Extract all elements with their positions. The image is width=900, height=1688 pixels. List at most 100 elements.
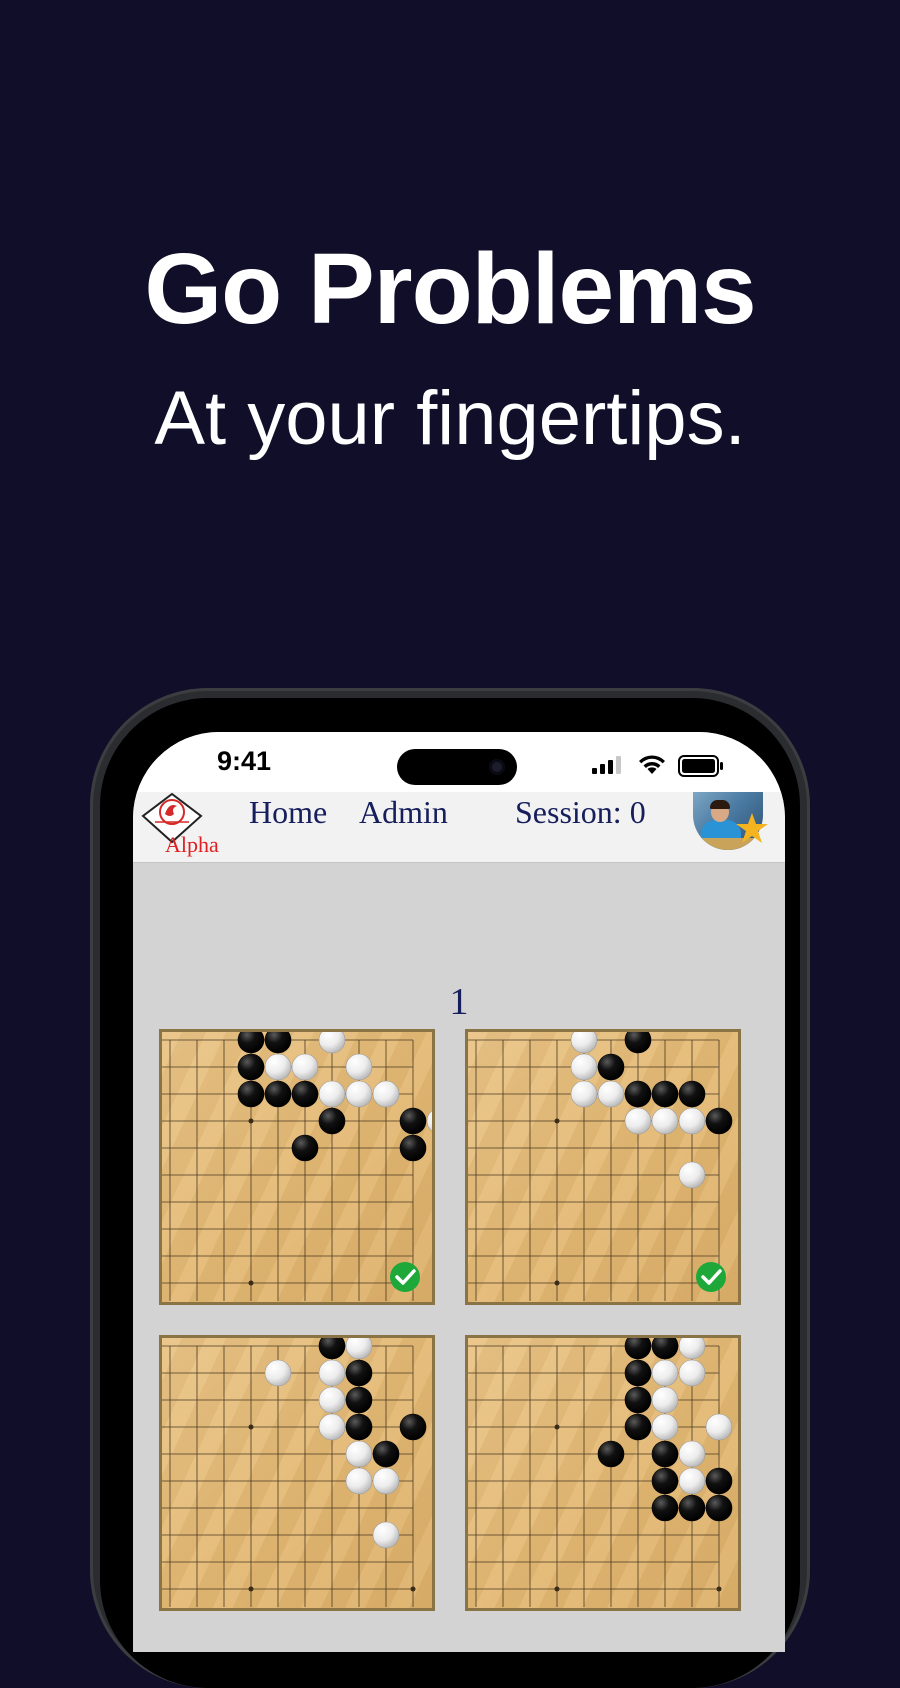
white-stone — [291, 1053, 319, 1081]
black-stone — [651, 1467, 679, 1495]
phone-bezel: 9:41 Alpha Home Admin Session: 0 1 — [100, 698, 800, 1688]
black-stone — [597, 1053, 625, 1081]
white-stone — [372, 1080, 400, 1108]
white-stone — [318, 1359, 346, 1387]
board-svg — [468, 1338, 733, 1607]
black-stone — [237, 1032, 265, 1054]
white-stone — [318, 1080, 346, 1108]
black-stone — [318, 1107, 346, 1135]
dynamic-island — [397, 749, 517, 785]
white-stone — [624, 1107, 652, 1135]
phone-screen: 9:41 Alpha Home Admin Session: 0 1 — [133, 732, 785, 1652]
white-stone — [345, 1467, 373, 1495]
status-bar: 9:41 — [133, 732, 785, 792]
black-stone — [318, 1338, 346, 1360]
signal-icon — [592, 756, 621, 774]
star-point — [716, 1586, 722, 1592]
white-stone — [345, 1053, 373, 1081]
status-time: 9:41 — [217, 746, 272, 776]
white-stone — [426, 1110, 432, 1132]
white-stone — [345, 1338, 373, 1360]
black-stone — [651, 1494, 679, 1522]
white-stone — [651, 1107, 679, 1135]
problem-board[interactable] — [465, 1335, 741, 1611]
star-point — [554, 1586, 560, 1592]
problem-board[interactable] — [465, 1029, 741, 1305]
white-stone — [570, 1080, 598, 1108]
white-stone — [345, 1080, 373, 1108]
black-stone — [705, 1494, 733, 1522]
white-stone — [651, 1413, 679, 1441]
black-stone — [678, 1080, 706, 1108]
star-point — [554, 1118, 560, 1124]
board-svg — [468, 1032, 733, 1301]
solved-check-icon — [696, 1262, 726, 1292]
wifi-icon — [639, 755, 665, 774]
black-stone — [651, 1080, 679, 1108]
white-stone — [678, 1161, 706, 1189]
white-stone — [345, 1440, 373, 1468]
white-stone — [372, 1467, 400, 1495]
black-stone — [264, 1080, 292, 1108]
star-point — [554, 1280, 560, 1286]
white-stone — [264, 1053, 292, 1081]
black-stone — [264, 1032, 292, 1054]
black-stone — [345, 1359, 373, 1387]
black-stone — [372, 1440, 400, 1468]
solved-check-icon — [390, 1262, 420, 1292]
white-stone — [372, 1521, 400, 1549]
problem-board[interactable] — [159, 1335, 435, 1611]
board-svg — [162, 1338, 427, 1607]
black-stone — [237, 1053, 265, 1081]
black-stone — [597, 1440, 625, 1468]
black-stone — [651, 1440, 679, 1468]
black-stone — [624, 1032, 652, 1054]
black-stone — [705, 1107, 733, 1135]
white-stone — [597, 1080, 625, 1108]
white-stone — [264, 1359, 292, 1387]
white-stone — [678, 1338, 706, 1360]
black-stone — [345, 1413, 373, 1441]
white-stone — [318, 1413, 346, 1441]
headline-subtitle: At your fingertips. — [154, 376, 746, 461]
black-stone — [624, 1413, 652, 1441]
battery-icon — [678, 755, 723, 777]
white-stone — [678, 1359, 706, 1387]
black-stone — [345, 1386, 373, 1414]
nav-home-link[interactable]: Home — [249, 794, 327, 831]
black-stone — [624, 1080, 652, 1108]
white-stone — [570, 1032, 598, 1054]
white-stone — [318, 1386, 346, 1414]
session-counter: Session: 0 — [515, 794, 646, 830]
white-stone — [570, 1053, 598, 1081]
black-stone — [624, 1386, 652, 1414]
logo-label: Alpha — [165, 832, 219, 857]
star-point — [554, 1424, 560, 1430]
white-stone — [678, 1107, 706, 1135]
black-stone — [291, 1134, 319, 1162]
black-stone — [237, 1080, 265, 1108]
black-stone — [399, 1134, 427, 1162]
star-point — [248, 1586, 254, 1592]
star-icon — [736, 813, 768, 843]
star-point — [410, 1586, 416, 1592]
black-stone — [399, 1413, 427, 1441]
problem-set-number: 1 — [449, 981, 469, 1023]
white-stone — [651, 1386, 679, 1414]
board-svg — [162, 1032, 432, 1301]
star-point — [248, 1280, 254, 1286]
problem-board[interactable] — [159, 1029, 435, 1305]
white-stone — [705, 1413, 733, 1441]
nav-admin-link[interactable]: Admin — [359, 794, 448, 831]
app-nav-bar: Alpha Home Admin Session: 0 — [133, 792, 785, 863]
white-stone — [651, 1359, 679, 1387]
star-point — [248, 1424, 254, 1430]
black-stone — [651, 1338, 679, 1360]
black-stone — [291, 1080, 319, 1108]
black-stone — [678, 1494, 706, 1522]
white-stone — [318, 1032, 346, 1054]
star-point — [248, 1118, 254, 1124]
white-stone — [678, 1467, 706, 1495]
camera-icon — [489, 759, 505, 775]
black-stone — [624, 1338, 652, 1360]
